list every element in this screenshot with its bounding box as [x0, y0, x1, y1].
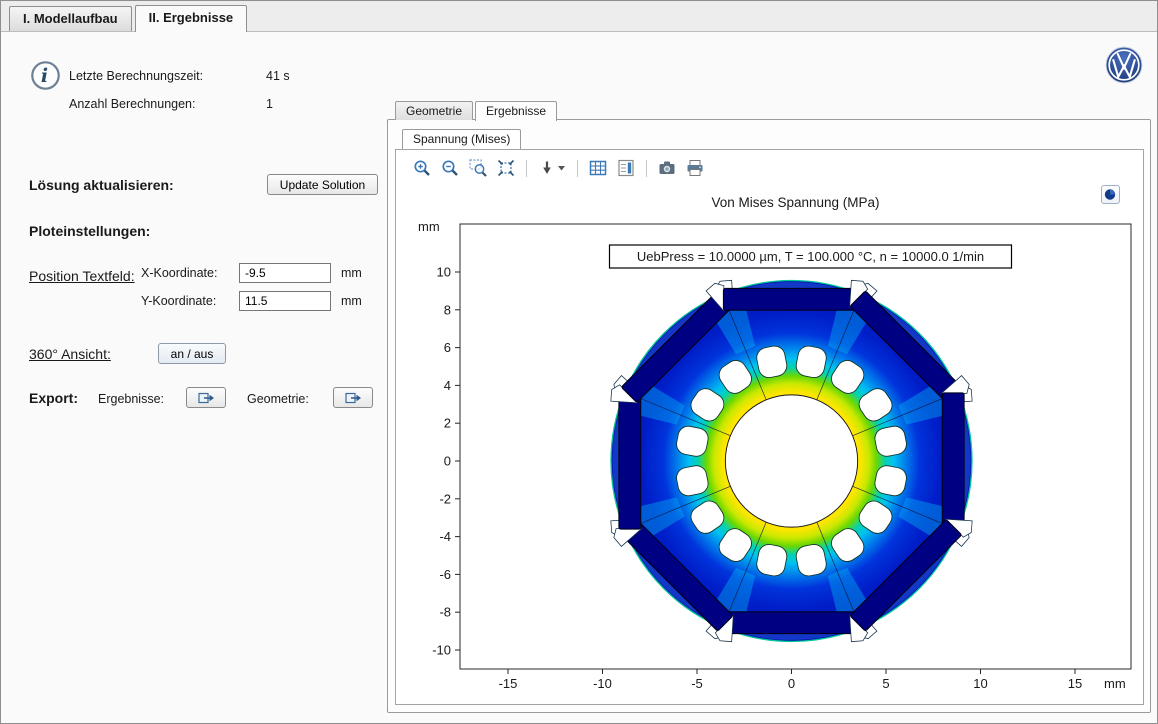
zoom-in-icon — [412, 158, 432, 178]
x-tick-label: -15 — [499, 676, 518, 691]
tab-ergebnisse-inner[interactable]: Ergebnisse — [475, 101, 557, 121]
plot-settings-heading: Ploteinstellungen: — [29, 223, 150, 239]
annotation-text: UebPress = 10.0000 µm, T = 100.000 °C, n… — [637, 249, 984, 264]
results-tabstrip: Geometrie Ergebnisse — [387, 100, 1151, 120]
export-geometry-label: Geometrie: — [247, 392, 309, 406]
color-legend-icon — [616, 158, 636, 178]
svg-text:i: i — [41, 65, 48, 87]
zoom-extents-button[interactable] — [494, 157, 518, 179]
grid-button[interactable] — [586, 157, 610, 179]
x-tick-label: -10 — [593, 676, 612, 691]
y-tick-label: 0 — [444, 454, 451, 469]
zoom-out-button[interactable] — [438, 157, 462, 179]
app-window: I. Modellaufbau II. Ergebnisse i Letzte … — [0, 0, 1158, 724]
view-360-toggle-button[interactable]: an / aus — [158, 343, 226, 364]
zoom-extents-icon — [496, 158, 516, 178]
x-coordinate-unit: mm — [341, 266, 362, 280]
update-solution-button[interactable]: Update Solution — [267, 174, 378, 195]
plot-panel: Von Mises Spannung (MPa) mm UebPress = 1… — [395, 149, 1144, 705]
y-coordinate-label: Y-Koordinate: — [141, 294, 216, 308]
sidebar: i Letzte Berechnungszeit: 41 s Anzahl Be… — [1, 32, 381, 723]
main-tabstrip: I. Modellaufbau II. Ergebnisse — [1, 1, 1157, 32]
view-360-label: 360° Ansicht: — [29, 346, 111, 362]
zoom-box-button[interactable] — [466, 157, 490, 179]
grid-icon — [588, 158, 608, 178]
vw-logo-icon — [1105, 46, 1143, 84]
x-coordinate-label: X-Koordinate: — [141, 266, 217, 280]
y-tick-label: 10 — [437, 265, 451, 280]
x-tick-label: 10 — [973, 676, 987, 691]
export-results-button[interactable] — [186, 387, 226, 408]
rotor-bore — [725, 395, 857, 527]
tab-ergebnisse[interactable]: II. Ergebnisse — [135, 5, 248, 32]
x-tick-label: -5 — [691, 676, 703, 691]
computation-count-value: 1 — [266, 97, 273, 111]
x-coordinate-input[interactable] — [239, 263, 331, 283]
y-coordinate-unit: mm — [341, 294, 362, 308]
update-solution-label: Lösung aktualisieren: — [29, 177, 174, 193]
last-computation-label: Letzte Berechnungszeit: — [69, 69, 203, 83]
color-legend-button[interactable] — [614, 157, 638, 179]
y-tick-label: 8 — [444, 302, 451, 317]
export-heading: Export: — [29, 390, 78, 406]
results-panel: Geometrie Ergebnisse Spannung (Mises) — [387, 100, 1151, 713]
tab-modellaufbau[interactable]: I. Modellaufbau — [9, 6, 132, 31]
go-to-view-icon — [537, 158, 567, 178]
export-results-label: Ergebnisse: — [98, 392, 164, 406]
export-icon — [198, 391, 215, 405]
y-coordinate-input[interactable] — [239, 291, 331, 311]
export-geometry-button[interactable] — [333, 387, 373, 408]
plot-canvas[interactable]: Von Mises Spannung (MPa) mm UebPress = 1… — [404, 190, 1144, 702]
textfield-position-label: Position Textfeld: — [29, 268, 135, 284]
camera-icon — [657, 158, 677, 178]
computation-count-label: Anzahl Berechnungen: — [69, 97, 195, 111]
y-tick-label: 6 — [444, 340, 451, 355]
toolbar-separator — [526, 160, 527, 177]
zoom-out-icon — [440, 158, 460, 178]
y-tick-label: -10 — [432, 643, 451, 658]
y-tick-label: -2 — [439, 491, 451, 506]
y-axis-unit: mm — [418, 219, 440, 234]
x-tick-label: 15 — [1068, 676, 1082, 691]
y-tick-label: -6 — [439, 567, 451, 582]
print-button[interactable] — [683, 157, 707, 179]
results-group-box: Spannung (Mises) — [387, 119, 1151, 713]
y-tick-label: 2 — [444, 416, 451, 431]
y-tick-label: 4 — [444, 378, 451, 393]
go-to-default-view-button[interactable] — [535, 157, 569, 179]
info-icon: i — [30, 60, 61, 91]
printer-icon — [685, 158, 705, 178]
tab-spannung-mises[interactable]: Spannung (Mises) — [402, 129, 521, 149]
y-tick-label: -8 — [439, 605, 451, 620]
x-tick-label: 0 — [788, 676, 795, 691]
graphics-toolbar — [410, 156, 707, 180]
snapshot-button[interactable] — [655, 157, 679, 179]
tab-geometrie[interactable]: Geometrie — [395, 101, 473, 120]
zoom-in-button[interactable] — [410, 157, 434, 179]
export-icon — [345, 391, 362, 405]
toolbar-separator — [577, 160, 578, 177]
toolbar-separator — [646, 160, 647, 177]
zoom-box-icon — [468, 158, 488, 178]
y-tick-label: -4 — [439, 529, 451, 544]
x-axis-unit: mm — [1104, 676, 1126, 691]
x-tick-label: 5 — [882, 676, 889, 691]
last-computation-value: 41 s — [266, 69, 290, 83]
plot-title: Von Mises Spannung (MPa) — [711, 195, 879, 210]
